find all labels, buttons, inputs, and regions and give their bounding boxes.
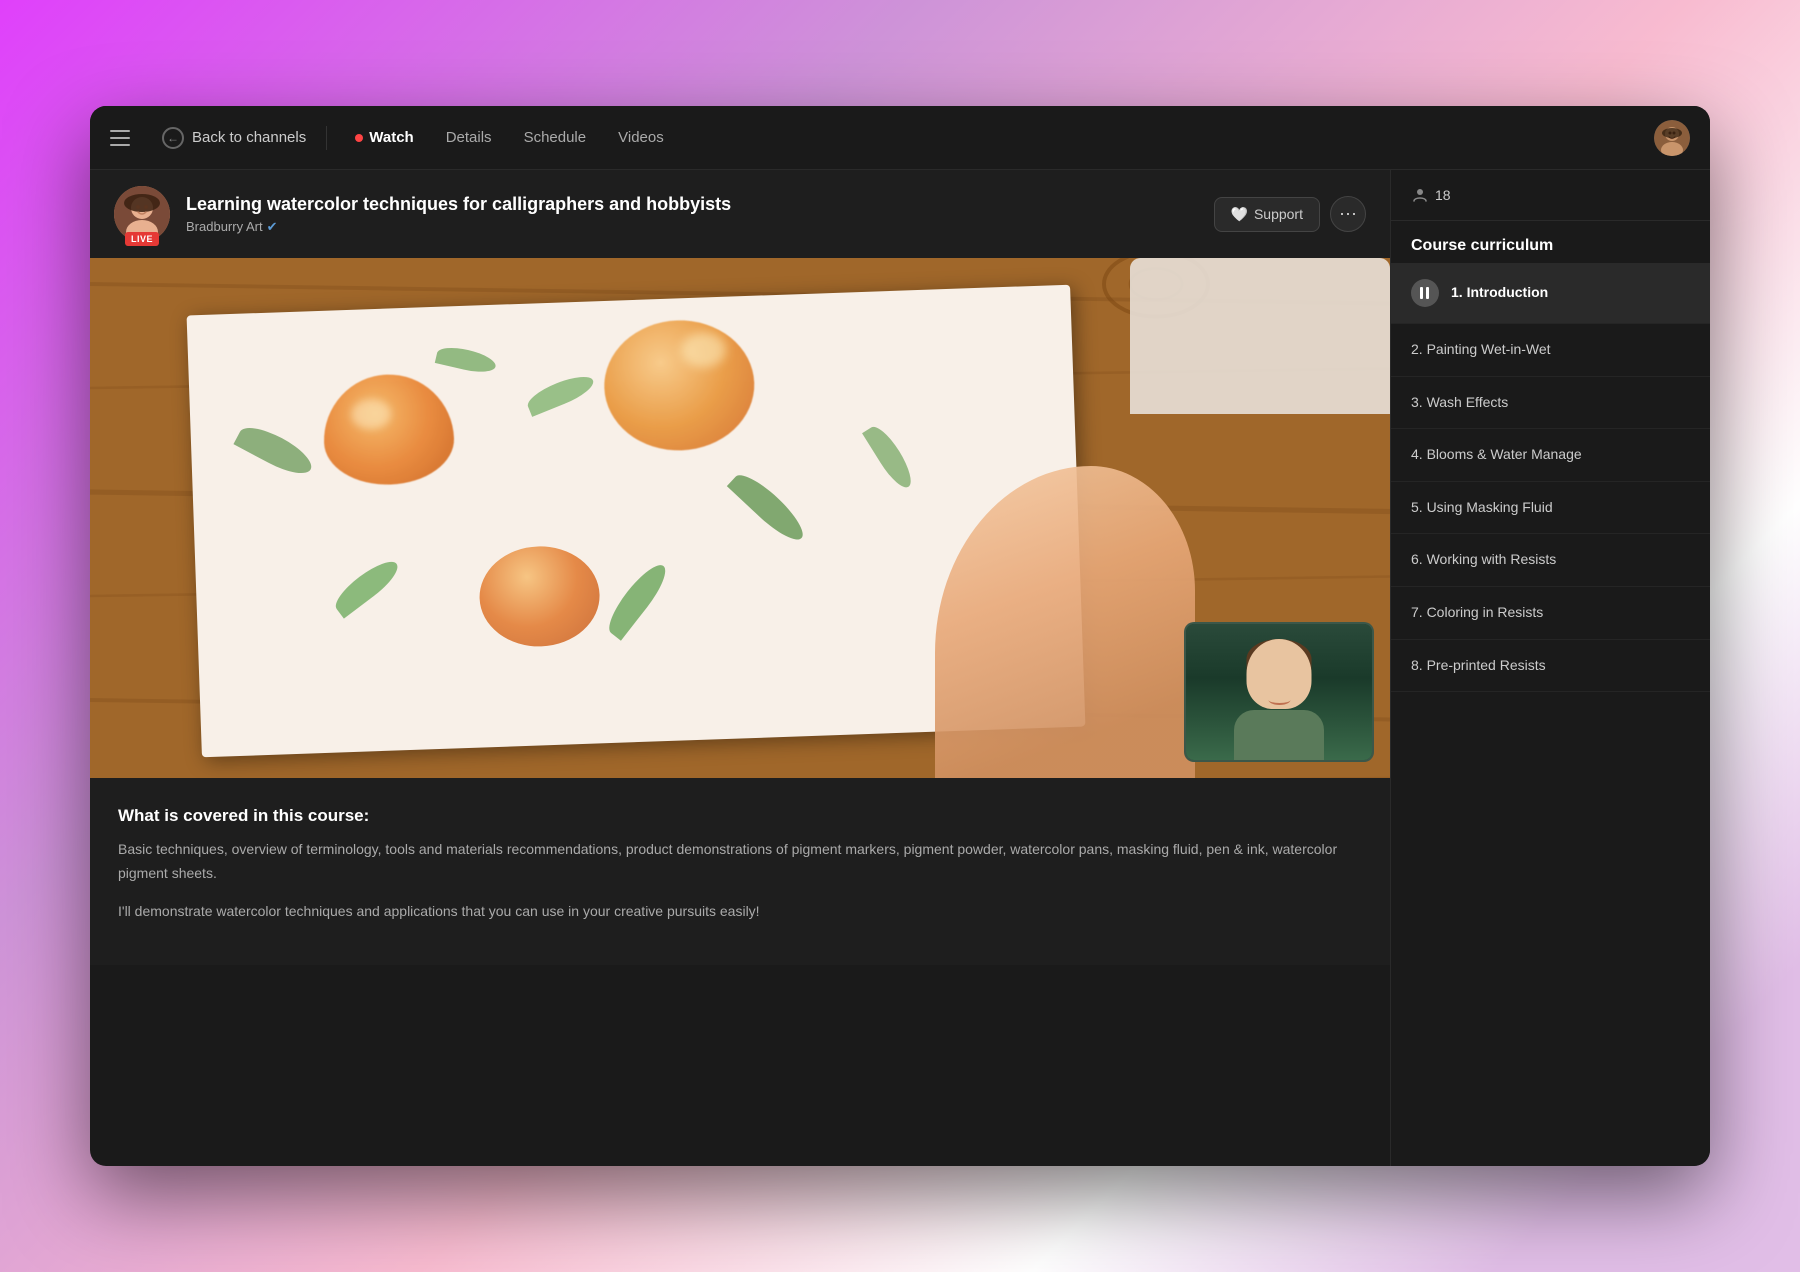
curriculum-item-2[interactable]: 2. Painting Wet-in-Wet [1391,324,1710,377]
live-dot-icon [355,134,363,142]
heart-icon: 🤍 [1231,206,1248,223]
schedule-tab[interactable]: Schedule [516,123,595,152]
video-thumbnail [90,258,1390,778]
host-avatar: LIVE [114,186,170,242]
curriculum-item-7[interactable]: 7. Coloring in Resists [1391,587,1710,640]
details-tab[interactable]: Details [438,123,500,152]
pause-button[interactable] [1411,279,1439,307]
nav-divider [326,126,327,150]
curriculum-label-2: 2. Painting Wet-in-Wet [1411,340,1551,360]
video-area: LIVE Learning watercolor techniques for … [90,170,1390,1166]
webcam-person [1186,624,1372,760]
leaf-7 [862,421,918,492]
curriculum-item-8[interactable]: 8. Pre-printed Resists [1391,640,1710,693]
top-nav: ← Back to channels Watch Details Schedul… [90,106,1710,170]
channel-author: Bradburry Art ✔ [186,219,1198,235]
curriculum-title: Course curriculum [1391,221,1710,263]
more-options-button[interactable]: ⋯ [1330,196,1366,232]
leaf-4 [329,554,403,618]
curriculum-label-4: 4. Blooms & Water Manage [1411,445,1582,465]
curriculum-label-1: 1. Introduction [1451,283,1548,303]
back-icon: ← [162,127,184,149]
curriculum-list: 1. Introduction 2. Painting Wet-in-Wet 3… [1391,263,1710,1166]
channel-header: LIVE Learning watercolor techniques for … [90,170,1390,258]
curriculum-label-5: 5. Using Masking Fluid [1411,498,1553,518]
curriculum-item-3[interactable]: 3. Wash Effects [1391,377,1710,430]
description-heading: What is covered in this course: [118,806,1362,826]
author-name: Bradburry Art [186,219,263,234]
viewer-count-number: 18 [1435,187,1451,203]
leaf-1 [234,419,318,481]
curriculum-label-7: 7. Coloring in Resists [1411,603,1543,623]
pause-icon [1420,287,1430,299]
webcam-body [1234,710,1324,760]
hamburger-button[interactable] [110,120,146,156]
viewer-count: 18 [1411,186,1451,204]
curriculum-item-5[interactable]: 5. Using Masking Fluid [1391,482,1710,535]
curriculum-item-6[interactable]: 6. Working with Resists [1391,534,1710,587]
user-avatar[interactable] [1654,120,1690,156]
watch-tab-label: Watch [369,129,413,146]
fruit-2 [603,317,757,452]
leaf-3 [727,467,811,547]
curriculum-label-3: 3. Wash Effects [1411,393,1508,413]
webcam-smile [1268,695,1290,705]
back-to-channels-label: Back to channels [192,129,306,146]
person-icon [1411,186,1429,204]
videos-tab[interactable]: Videos [610,123,672,152]
video-player[interactable] [90,258,1390,778]
watch-tab[interactable]: Watch [347,123,421,152]
sidebar-header: 18 [1391,170,1710,221]
leaf-6 [601,558,673,640]
videos-tab-label: Videos [618,129,664,146]
details-tab-label: Details [446,129,492,146]
curriculum-label-8: 8. Pre-printed Resists [1411,656,1546,676]
description-text-1: Basic techniques, overview of terminolog… [118,838,1362,886]
channel-title: Learning watercolor techniques for calli… [186,193,1198,216]
fruit-1 [321,372,455,486]
webcam-overlay [1184,622,1374,762]
curriculum-label-6: 6. Working with Resists [1411,550,1556,570]
leaf-5 [434,343,497,376]
curriculum-item-1[interactable]: 1. Introduction [1391,263,1710,324]
live-badge: LIVE [125,232,159,246]
description-text-2: I'll demonstrate watercolor techniques a… [118,900,1362,924]
back-to-channels-button[interactable]: ← Back to channels [162,127,306,149]
curriculum-item-4[interactable]: 4. Blooms & Water Manage [1391,429,1710,482]
verified-icon: ✔ [267,219,278,235]
course-description: What is covered in this course: Basic te… [90,778,1390,965]
schedule-tab-label: Schedule [524,129,587,146]
main-content: LIVE Learning watercolor techniques for … [90,170,1710,1166]
webcam-head [1247,639,1312,709]
support-label: Support [1254,206,1303,222]
support-button[interactable]: 🤍 Support [1214,197,1320,232]
right-sidebar: 18 Course curriculum 1. Introduction 2. … [1390,170,1710,1166]
leaf-2 [524,369,597,416]
fruit-2-highlight [681,331,727,368]
app-window: ← Back to channels Watch Details Schedul… [90,106,1710,1166]
fruit-1-highlight [351,399,392,430]
channel-actions: 🤍 Support ⋯ [1214,196,1366,232]
fruit-3 [478,544,601,648]
channel-info: Learning watercolor techniques for calli… [186,193,1198,234]
more-icon: ⋯ [1339,204,1357,225]
